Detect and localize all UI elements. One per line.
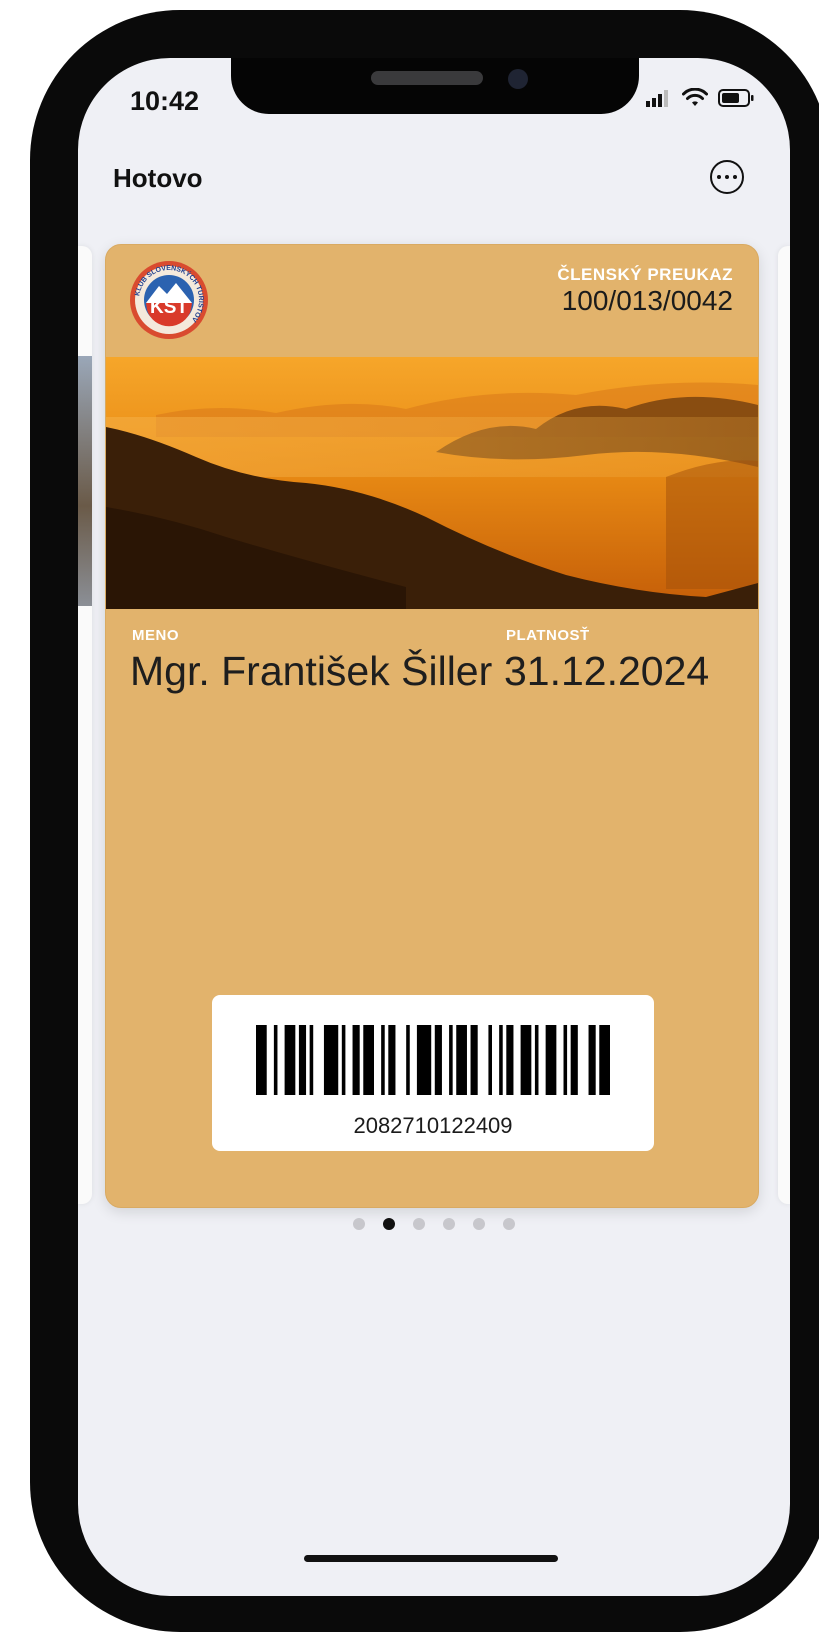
next-pass-peek[interactable] — [778, 246, 790, 1204]
battery-icon — [718, 89, 754, 107]
barcode-bar — [434, 1025, 442, 1095]
speaker — [371, 71, 483, 85]
barcode-bar — [381, 1025, 385, 1095]
front-camera — [508, 69, 528, 89]
barcode-bar — [284, 1025, 296, 1095]
barcode-bar — [341, 1025, 346, 1095]
page-dot[interactable] — [503, 1218, 515, 1230]
previous-pass-peek[interactable] — [78, 246, 92, 1204]
done-button[interactable]: Hotovo — [113, 163, 203, 194]
barcode-bar — [520, 1025, 532, 1095]
barcode-bar — [470, 1025, 478, 1095]
barcode-bar — [599, 1025, 610, 1095]
barcode-bar — [388, 1025, 396, 1095]
barcode-bar — [545, 1025, 557, 1095]
barcode-bar — [506, 1025, 514, 1095]
page-dot[interactable] — [353, 1218, 365, 1230]
name-field-value: Mgr. František Šiller — [130, 648, 493, 694]
barcode-bar — [406, 1025, 410, 1095]
barcode-bar — [363, 1025, 374, 1095]
barcode-bar — [456, 1025, 467, 1095]
barcode-bar — [534, 1025, 539, 1095]
cellular-signal-icon — [646, 90, 668, 107]
home-indicator[interactable] — [304, 1555, 558, 1562]
barcode-image — [256, 1025, 610, 1095]
barcode-bar — [570, 1025, 578, 1095]
membership-pass-card[interactable]: KLUB SLOVENSKÝCH TURISTOV KST ČLENSKÝ PR… — [105, 244, 759, 1208]
barcode-panel: 2082710122409 — [212, 995, 654, 1151]
mountain-strip-image — [106, 357, 758, 609]
status-icons — [646, 88, 754, 108]
barcode-bar — [352, 1025, 360, 1095]
barcode-bar — [298, 1025, 307, 1095]
barcode-bar — [323, 1025, 339, 1095]
page-indicator[interactable] — [78, 1218, 790, 1230]
kst-logo-icon: KLUB SLOVENSKÝCH TURISTOV KST — [130, 261, 208, 339]
name-field-label: MENO — [132, 627, 179, 644]
barcode-bar — [563, 1025, 568, 1095]
barcode-bar — [256, 1025, 267, 1095]
validity-field-label: PLATNOSŤ — [506, 627, 590, 644]
page-dot[interactable] — [413, 1218, 425, 1230]
barcode-bar — [488, 1025, 492, 1095]
page-dot[interactable] — [473, 1218, 485, 1230]
barcode-bar — [273, 1025, 278, 1095]
page-dot[interactable] — [383, 1218, 395, 1230]
barcode-bar — [499, 1025, 503, 1095]
barcode-number: 2082710122409 — [353, 1113, 513, 1138]
barcode-bar — [416, 1025, 432, 1095]
notch — [231, 58, 639, 114]
membership-number: 100/013/0042 — [561, 285, 733, 316]
page-dot[interactable] — [443, 1218, 455, 1230]
pass-header-label: ČLENSKÝ PREUKAZ — [557, 265, 733, 284]
ellipsis-circle-icon[interactable] — [710, 160, 744, 194]
wifi-icon — [682, 88, 708, 106]
barcode-bar — [449, 1025, 453, 1095]
validity-field-value: 31.12.2024 — [504, 648, 710, 694]
status-time: 10:42 — [130, 86, 200, 116]
svg-text:KST: KST — [150, 297, 188, 318]
barcode-bar — [588, 1025, 596, 1095]
wallet-screen: 10:42 Hotovo KLUB SLOVENSKÝCH TURISTOV K… — [78, 58, 790, 1596]
barcode-bar — [309, 1025, 314, 1095]
